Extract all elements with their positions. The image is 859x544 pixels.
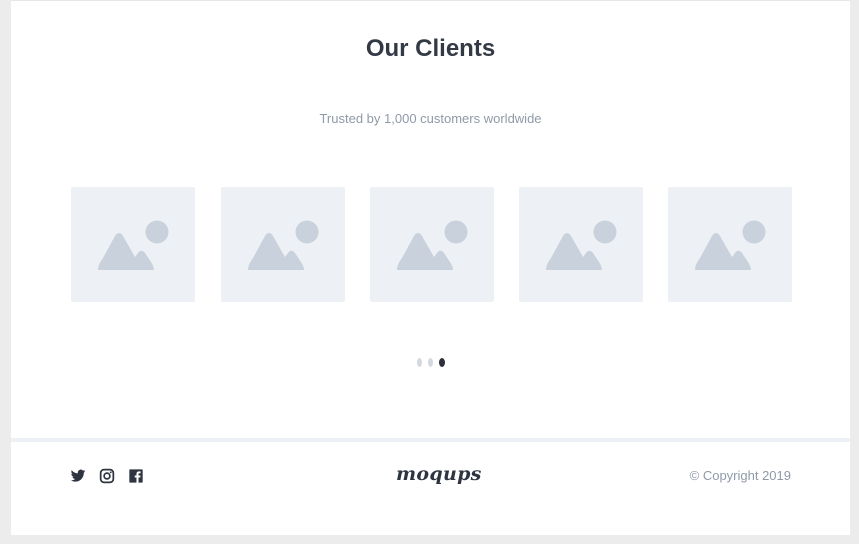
- image-placeholder-icon: [397, 220, 468, 270]
- image-placeholder-icon: [248, 220, 319, 270]
- client-logo-4: [519, 187, 643, 302]
- clients-page: Our Clients Trusted by 1,000 customers w…: [11, 0, 850, 535]
- twitter-link[interactable]: [70, 468, 86, 484]
- instagram-link[interactable]: [99, 468, 115, 484]
- facebook-icon: [129, 469, 143, 483]
- client-logos: [71, 187, 793, 302]
- section-subtitle: Trusted by 1,000 customers worldwide: [319, 111, 542, 126]
- instagram-icon: [99, 468, 115, 484]
- client-logo-2: [221, 187, 345, 302]
- facebook-link[interactable]: [128, 468, 144, 484]
- client-logo-5: [668, 187, 792, 302]
- image-placeholder-icon: [695, 220, 766, 270]
- client-logo-1: [71, 187, 195, 302]
- brand-logo[interactable]: moqups: [396, 463, 482, 485]
- image-placeholder-icon: [98, 220, 169, 270]
- image-placeholder-icon: [546, 220, 617, 270]
- footer-divider: [11, 438, 850, 442]
- copyright-text: © Copyright 2019: [689, 468, 791, 483]
- carousel-dot-2[interactable]: [428, 358, 433, 367]
- carousel-dot-3[interactable]: [439, 358, 445, 367]
- carousel-dot-1[interactable]: [417, 358, 422, 367]
- client-logo-3: [370, 187, 494, 302]
- section-title: Our Clients: [365, 35, 496, 62]
- twitter-icon: [70, 469, 86, 482]
